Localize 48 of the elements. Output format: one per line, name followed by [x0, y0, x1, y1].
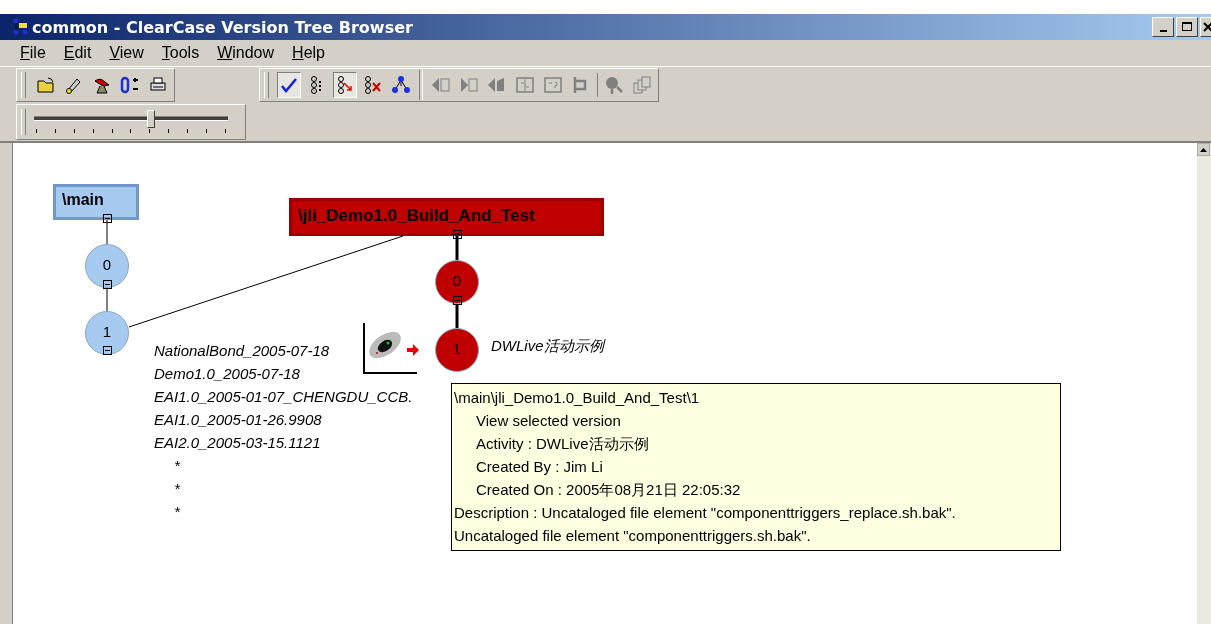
collapse-icon[interactable]	[453, 296, 462, 305]
version-label: *	[173, 456, 181, 476]
connector-line	[455, 304, 459, 328]
version-node[interactable]: 0	[85, 244, 129, 288]
checkmark-icon[interactable]	[277, 72, 301, 98]
close-button[interactable]	[1200, 17, 1211, 37]
activity-label: DWLive活动示例	[491, 337, 604, 356]
menu-item[interactable]: Tools	[161, 44, 200, 62]
close-icon	[1203, 22, 1211, 32]
tooltip-text: Description : Uncataloged file element "componenttriggers_replace.sh.bak".	[454, 503, 957, 523]
zoom-slider[interactable]	[34, 109, 228, 135]
minimize-icon	[1159, 29, 1167, 32]
hyperlink-drawing	[363, 323, 419, 375]
tooltip-text: Activity : DWLive活动示例	[475, 434, 650, 454]
collapse-icon[interactable]	[103, 214, 112, 223]
version-label: EAI2.0_2005-03-15.1121	[154, 433, 322, 453]
version-label: *	[173, 479, 181, 499]
connector-line	[455, 236, 459, 260]
version-node[interactable]: 1	[85, 311, 129, 355]
collapse-icon[interactable]	[453, 230, 462, 239]
tooltip-text: Created On : 2005年08月21日 22:05:32	[475, 480, 742, 500]
vertical-scrollbar[interactable]	[1197, 143, 1211, 624]
connector-line	[106, 219, 108, 245]
app-icon	[12, 18, 30, 36]
tooltip-text: View selected version	[475, 411, 622, 431]
version-label: EAI1.0_2005-01-26.9908	[154, 410, 323, 430]
menu-item[interactable]: View	[109, 44, 144, 62]
minimize-button[interactable]	[1152, 17, 1174, 37]
version-label: Demo1.0_2005-07-18	[154, 364, 301, 384]
maximize-button[interactable]	[1176, 17, 1198, 37]
slider-thumb[interactable]	[147, 110, 156, 128]
maximize-icon	[1182, 22, 1192, 32]
tooltip-text: \main\jli_Demo1.0_Build_And_Test\1	[454, 388, 701, 408]
tooltip-text: Uncataloged file element "componenttriggers.sh.bak".	[454, 526, 812, 546]
version-label: *	[173, 502, 181, 522]
menu-item[interactable]: File	[20, 44, 46, 62]
version-label: EAI1.0_2005-01-07_CHENGDU_CCB.	[154, 387, 413, 407]
menu-item[interactable]: Help	[292, 44, 325, 62]
tooltip-text: Created By : Jim Li	[475, 457, 604, 477]
branch-node[interactable]: \main	[53, 184, 139, 220]
window-title: common - ClearCase Version Tree Browser	[32, 17, 413, 37]
collapse-icon[interactable]	[103, 280, 112, 289]
menu-item[interactable]: Edit	[63, 44, 92, 62]
menu-item[interactable]: Window	[217, 44, 275, 62]
collapse-icon[interactable]	[103, 346, 112, 355]
version-label: NationalBond_2005-07-18	[154, 341, 331, 361]
scroll-up-button[interactable]	[1197, 143, 1210, 156]
connector-line	[106, 287, 108, 312]
